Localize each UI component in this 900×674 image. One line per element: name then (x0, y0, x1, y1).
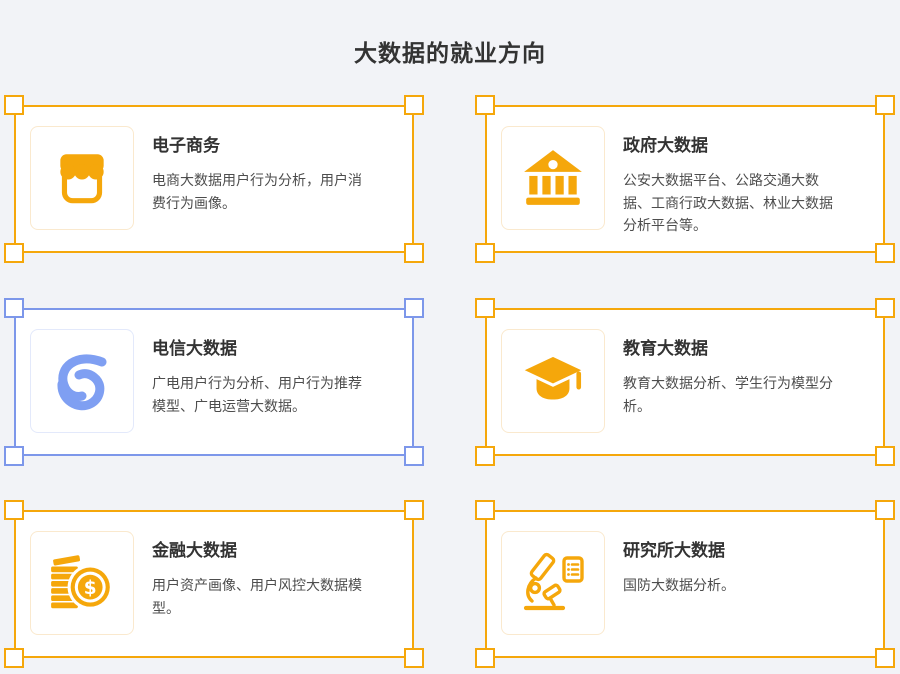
telecom-logo-icon (50, 349, 114, 413)
corner-handle (875, 500, 895, 520)
corner-handle (475, 95, 495, 115)
corner-handle (4, 95, 24, 115)
corner-handle (475, 500, 495, 520)
bank-building-icon (520, 145, 586, 211)
card-text: 研究所大数据 国防大数据分析。 (623, 536, 863, 597)
card-icon-tile (30, 329, 134, 433)
corner-handle (4, 298, 24, 318)
card-text: 金融大数据 用户资产画像、用户风控大数据模型。 (152, 536, 392, 619)
corner-handle (4, 500, 24, 520)
card-title: 电子商务 (152, 131, 392, 156)
corner-handle (475, 298, 495, 318)
card-title: 政府大数据 (623, 131, 863, 156)
card-finance[interactable]: $ 金融大数据 用户资产画像、用户风控大数据模型。 (14, 510, 414, 658)
card-title: 电信大数据 (152, 334, 392, 359)
corner-handle (4, 648, 24, 668)
svg-text:$: $ (84, 578, 97, 599)
corner-handle (875, 243, 895, 263)
corner-handle (404, 298, 424, 318)
corner-handle (404, 446, 424, 466)
card-description: 广电用户行为分析、用户行为推荐模型、广电运营大数据。 (152, 372, 368, 417)
corner-handle (875, 648, 895, 668)
graduation-cap-icon (518, 351, 588, 411)
card-icon-tile (501, 531, 605, 635)
card-government[interactable]: 政府大数据 公安大数据平台、公路交通大数据、工商行政大数据、林业大数据分析平台等… (485, 105, 885, 253)
corner-handle (475, 243, 495, 263)
card-telecom[interactable]: 电信大数据 广电用户行为分析、用户行为推荐模型、广电运营大数据。 (14, 308, 414, 456)
storefront-icon (49, 145, 115, 211)
microscope-icon (517, 550, 589, 616)
corner-handle (4, 446, 24, 466)
corner-handle (475, 446, 495, 466)
card-description: 公安大数据平台、公路交通大数据、工商行政大数据、林业大数据分析平台等。 (623, 169, 839, 237)
card-title: 教育大数据 (623, 334, 863, 359)
corner-handle (875, 446, 895, 466)
coins-dollar-icon: $ (47, 550, 117, 616)
corner-handle (875, 298, 895, 318)
page-title: 大数据的就业方向 (0, 34, 900, 68)
card-icon-tile (501, 329, 605, 433)
card-description: 教育大数据分析、学生行为模型分析。 (623, 372, 839, 417)
card-icon-tile (30, 126, 134, 230)
corner-handle (875, 95, 895, 115)
card-description: 电商大数据用户行为分析，用户消费行为画像。 (152, 169, 368, 214)
corner-handle (404, 500, 424, 520)
card-text: 电子商务 电商大数据用户行为分析，用户消费行为画像。 (152, 131, 392, 214)
card-title: 金融大数据 (152, 536, 392, 561)
page: { "page": { "title": "大数据的就业方向" }, "colo… (0, 0, 900, 674)
corner-handle (404, 648, 424, 668)
card-research[interactable]: 研究所大数据 国防大数据分析。 (485, 510, 885, 658)
card-text: 政府大数据 公安大数据平台、公路交通大数据、工商行政大数据、林业大数据分析平台等… (623, 131, 863, 237)
card-icon-tile (501, 126, 605, 230)
corner-handle (404, 243, 424, 263)
corner-handle (404, 95, 424, 115)
card-text: 教育大数据 教育大数据分析、学生行为模型分析。 (623, 334, 863, 417)
card-description: 用户资产画像、用户风控大数据模型。 (152, 574, 368, 619)
card-title: 研究所大数据 (623, 536, 863, 561)
card-education[interactable]: 教育大数据 教育大数据分析、学生行为模型分析。 (485, 308, 885, 456)
card-text: 电信大数据 广电用户行为分析、用户行为推荐模型、广电运营大数据。 (152, 334, 392, 417)
card-icon-tile: $ (30, 531, 134, 635)
card-ecommerce[interactable]: 电子商务 电商大数据用户行为分析，用户消费行为画像。 (14, 105, 414, 253)
corner-handle (475, 648, 495, 668)
corner-handle (4, 243, 24, 263)
card-description: 国防大数据分析。 (623, 574, 839, 597)
